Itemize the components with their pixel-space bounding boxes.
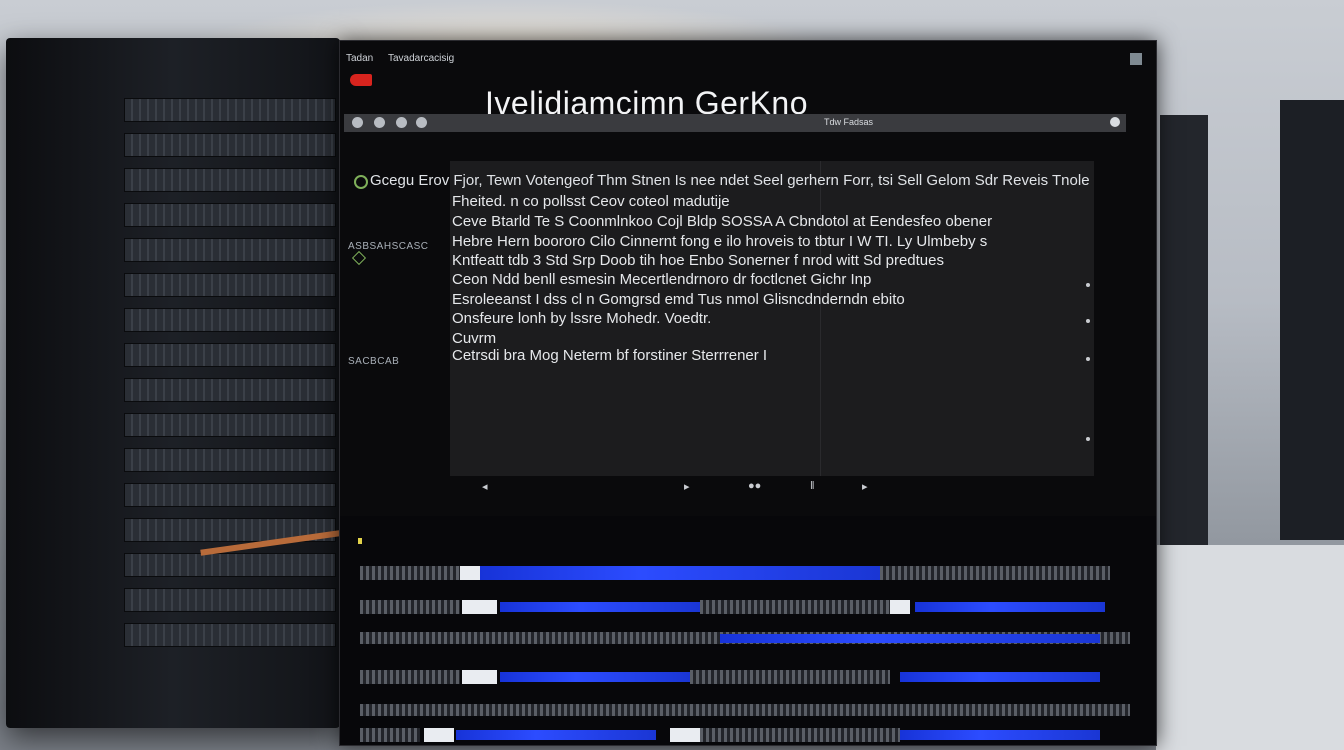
user-icon[interactable] [396, 117, 407, 128]
rack-unit [124, 413, 336, 437]
rack-unit [124, 448, 336, 472]
close-icon[interactable] [1110, 117, 1120, 127]
scroll-dot[interactable] [1086, 319, 1090, 323]
glasses-icon[interactable]: ●● [748, 480, 761, 492]
back-icon[interactable]: ◂ [482, 480, 488, 493]
rack-unit [124, 588, 336, 612]
scroll-dot[interactable] [1086, 437, 1090, 441]
bottom-toolbar: ◂ ▸ ●● ‖ ▸ [450, 475, 1110, 495]
window-control-icon[interactable] [1130, 53, 1142, 65]
strip [900, 672, 1100, 682]
content-line: Kntfeatt tdb 3 Std Srp Doob tih hoe Enbo… [452, 252, 944, 269]
server-tower [1280, 100, 1344, 540]
rack-unit [124, 168, 336, 192]
strip [700, 728, 900, 742]
record-icon[interactable] [350, 74, 372, 86]
pause-icon[interactable]: ‖ [810, 480, 815, 492]
title-bar: Tadan Tavadarcacisig [340, 41, 1156, 75]
strip [890, 600, 910, 614]
strip [500, 602, 700, 612]
strip [460, 566, 480, 580]
strip [456, 730, 656, 740]
content-line: Esroleeanst I dss cl n Gomgrsd emd Tus n… [452, 291, 905, 308]
sidebar-item-2[interactable]: SACBCAB [348, 356, 399, 367]
rack-unit [124, 378, 336, 402]
activity-strips [340, 516, 1156, 745]
strip [462, 670, 497, 684]
rack-unit [124, 553, 336, 577]
toolbar: Tdw Fadsas [344, 114, 1126, 132]
strip [360, 670, 460, 684]
settings-icon[interactable] [374, 117, 385, 128]
rack-unit [124, 238, 336, 262]
panel-divider [820, 161, 821, 476]
app-window: Tadan Tavadarcacisig Ivelidiamcimn GerKn… [339, 40, 1157, 746]
status-led [358, 538, 362, 544]
strip [690, 670, 890, 684]
strip [424, 728, 454, 742]
content-line: Fheited. n co pollsst Ceov coteol maduti… [452, 193, 730, 210]
strip [360, 566, 460, 580]
warning-icon [351, 250, 367, 266]
content-line: Cuvrm [452, 330, 497, 347]
play-icon[interactable]: ▸ [684, 480, 690, 493]
rack-unit [124, 273, 336, 297]
strip [670, 728, 700, 742]
strip [360, 728, 420, 742]
strip [720, 634, 1100, 643]
content-line: Cetrsdi bra Mog Neterm bf forstiner Ster… [452, 347, 768, 364]
server-rack [6, 38, 340, 728]
globe-icon[interactable] [416, 117, 427, 128]
status-icon [354, 175, 368, 189]
content-line: Hebre Hern boororo Cilo Cinnernt fong e … [452, 233, 988, 250]
home-icon[interactable] [352, 117, 363, 128]
toolbar-label[interactable]: Tdw Fadsas [824, 117, 873, 127]
content-line: Ceve Btarld Te S Coonmlnkoo Cojl Bldp SO… [452, 213, 993, 230]
rack-unit [124, 623, 336, 647]
strip [500, 672, 690, 682]
rack-unit [124, 133, 336, 157]
strip [880, 566, 1110, 580]
content-line: Ceon Ndd benll esmesin Mecertlendrnoro d… [452, 271, 872, 288]
scroll-dot[interactable] [1086, 357, 1090, 361]
rack-unit [124, 308, 336, 332]
rack-unit [124, 98, 336, 122]
strip [915, 602, 1105, 612]
strip [480, 566, 880, 580]
strip [700, 600, 890, 614]
tab-left[interactable]: Tadan [346, 53, 373, 64]
content-line: Onsfeure lonh by lssre Mohedr. Voedtr. [452, 310, 712, 327]
desk-surface [1156, 545, 1344, 750]
strip [462, 600, 497, 614]
rack-unit [124, 343, 336, 367]
server-tower [1160, 115, 1208, 545]
tab-right[interactable]: Tavadarcacisig [388, 53, 454, 64]
forward-icon[interactable]: ▸ [862, 480, 868, 493]
scroll-dot[interactable] [1086, 283, 1090, 287]
strip [360, 704, 1130, 716]
rack-unit [124, 203, 336, 227]
content-line: Gcegu Erov Fjor, Tewn Votengeof Thm Stne… [370, 172, 1090, 189]
strip [360, 600, 460, 614]
strip [900, 730, 1100, 740]
sidebar-item-1[interactable]: ASBSAHSCASC [348, 241, 429, 252]
rack-unit [124, 483, 336, 507]
